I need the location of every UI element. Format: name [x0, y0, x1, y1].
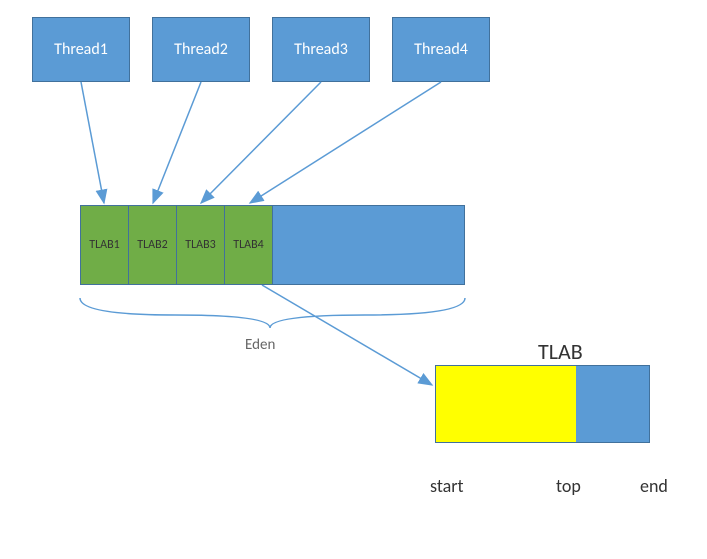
- tlab-box-3: TLAB3: [177, 206, 225, 284]
- eden-container: TLAB1 TLAB2 TLAB3 TLAB4: [80, 205, 465, 285]
- tlab-detail-container: [435, 365, 650, 443]
- thread-label: Thread3: [294, 40, 348, 59]
- eden-remainder: [273, 206, 464, 284]
- thread-box-4: Thread4: [392, 17, 490, 82]
- tlab-box-4: TLAB4: [225, 206, 273, 284]
- marker-end: end: [640, 475, 668, 497]
- arrow-thread3-tlab3: [201, 82, 321, 203]
- thread-box-1: Thread1: [32, 17, 130, 82]
- arrow-thread2-tlab2: [153, 82, 201, 203]
- tlab-free-region: [576, 366, 649, 442]
- tlab-detail-title: TLAB: [538, 338, 583, 365]
- thread-label: Thread1: [54, 40, 108, 59]
- thread-box-2: Thread2: [152, 17, 250, 82]
- arrow-tlab4-detail: [262, 285, 432, 385]
- tlab-label: TLAB1: [89, 238, 119, 252]
- tlab-box-1: TLAB1: [81, 206, 129, 284]
- tlab-label: TLAB4: [233, 238, 263, 252]
- thread-label: Thread4: [414, 40, 468, 59]
- eden-label: Eden: [245, 336, 275, 354]
- marker-top: top: [556, 475, 581, 497]
- arrow-thread1-tlab1: [81, 82, 104, 203]
- diagram-container: Thread1 Thread2 Thread3 Thread4 TLAB: [0, 0, 707, 559]
- tlab-label: TLAB2: [137, 238, 167, 252]
- tlab-box-2: TLAB2: [129, 206, 177, 284]
- thread-box-3: Thread3: [272, 17, 370, 82]
- marker-start: start: [430, 475, 464, 497]
- thread-label: Thread2: [174, 40, 228, 59]
- arrow-thread4-tlab4: [250, 82, 441, 203]
- tlab-used-region: [436, 366, 576, 442]
- tlab-label: TLAB3: [185, 238, 215, 252]
- eden-brace: [80, 298, 465, 328]
